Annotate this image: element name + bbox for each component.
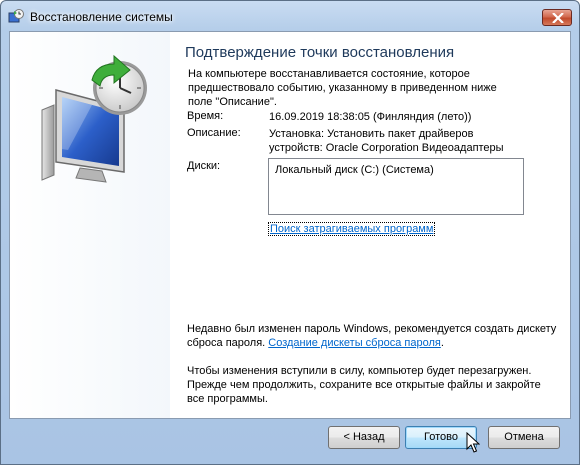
description-value-line2: устройств: Oracle Corporation Видеоадапт…	[269, 142, 504, 154]
intro-text: На компьютере восстанавливается состояни…	[188, 68, 497, 108]
list-item[interactable]: Локальный диск (C:) (Система)	[275, 164, 517, 176]
content-area: Подтверждение точки восстановления На ко…	[9, 31, 571, 419]
create-reset-disk-link[interactable]: Создание дискеты сброса пароля	[268, 337, 441, 349]
description-label: Описание:	[187, 127, 241, 139]
description-value-line1: Установка: Установить пакет драйверов	[269, 128, 474, 140]
password-note-end: .	[440, 337, 444, 349]
time-value: 16.09.2019 18:38:05 (Финляндия (лето))	[269, 111, 472, 123]
mouse-cursor-icon	[466, 432, 480, 453]
disks-list[interactable]: Локальный диск (C:) (Система)	[268, 158, 524, 215]
page-heading: Подтверждение точки восстановления	[185, 44, 455, 61]
window-title: Восстановление системы	[30, 10, 173, 24]
scan-affected-programs-link[interactable]: Поиск затрагиваемых программ	[268, 222, 436, 236]
password-note: Недавно был изменен пароль Windows, реко…	[187, 322, 557, 350]
close-button[interactable]	[542, 9, 572, 26]
close-icon	[552, 13, 564, 23]
system-restore-window: Восстановление системы Подтверждение точ…	[0, 0, 580, 465]
title-bar[interactable]: Восстановление системы	[1, 1, 579, 31]
restart-note: Чтобы изменения вступили в силу, компьют…	[187, 365, 541, 405]
system-restore-illustration	[41, 54, 147, 183]
back-button[interactable]: < Назад	[328, 426, 400, 449]
system-restore-icon	[8, 9, 24, 23]
disks-label: Диски:	[187, 160, 221, 172]
cancel-button[interactable]: Отмена	[488, 426, 560, 449]
side-panel	[10, 32, 170, 418]
time-label: Время:	[187, 110, 224, 122]
